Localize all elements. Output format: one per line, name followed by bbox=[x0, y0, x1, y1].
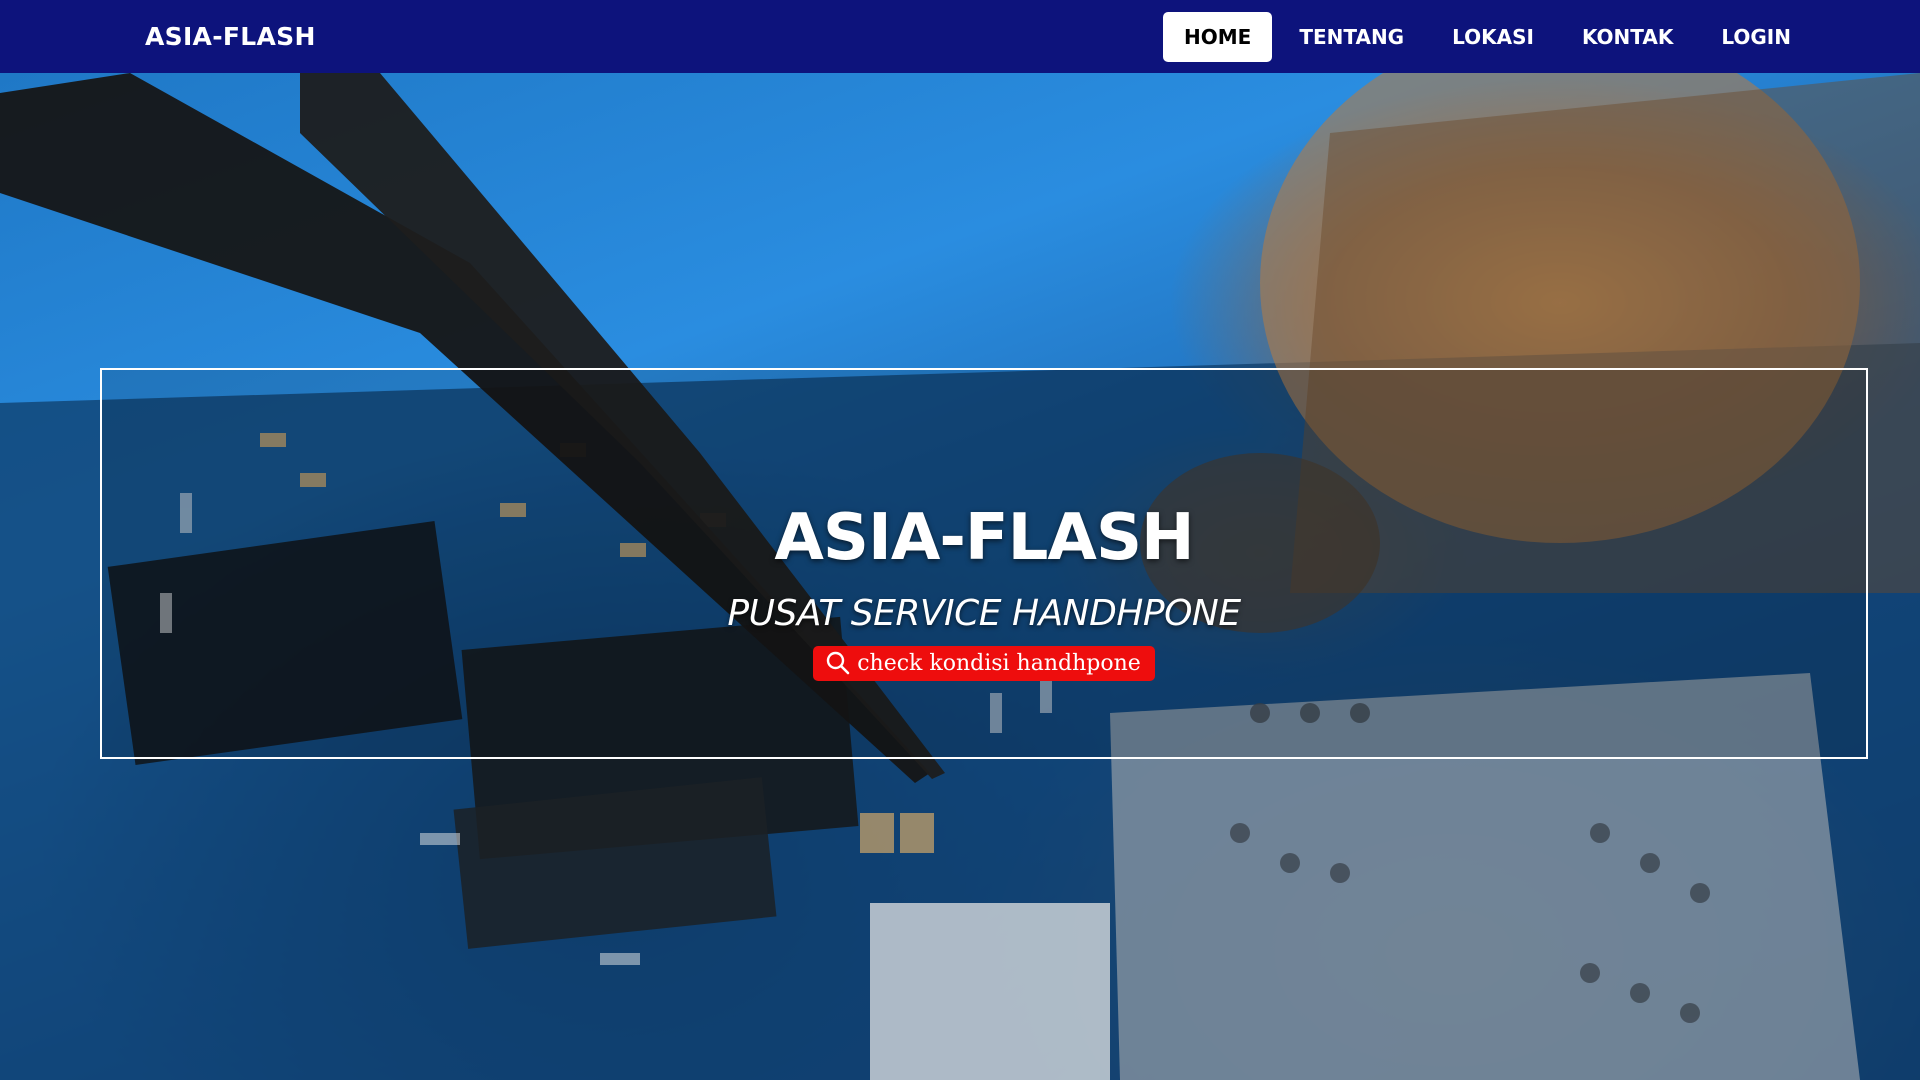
search-icon bbox=[825, 650, 851, 676]
top-navbar: ASIA-FLASH HOME TENTANG LOKASI KONTAK LO… bbox=[0, 0, 1920, 73]
nav-menu: HOME TENTANG LOKASI KONTAK LOGIN bbox=[1163, 11, 1812, 62]
check-phone-condition-button[interactable]: check kondisi handhpone bbox=[813, 646, 1155, 681]
check-button-label: check kondisi handhpone bbox=[857, 650, 1141, 676]
brand-logo-link[interactable]: ASIA-FLASH bbox=[145, 22, 316, 51]
nav-item-lokasi[interactable]: LOKASI bbox=[1431, 12, 1555, 62]
hero-banner-box: ASIA-FLASH PUSAT SERVICE HANDHPONE check… bbox=[100, 368, 1868, 759]
hero-section: ASIA-FLASH PUSAT SERVICE HANDHPONE check… bbox=[0, 73, 1920, 1080]
nav-item-kontak[interactable]: KONTAK bbox=[1561, 12, 1694, 62]
nav-item-tentang[interactable]: TENTANG bbox=[1278, 12, 1425, 62]
nav-item-home[interactable]: HOME bbox=[1163, 11, 1273, 62]
hero-title: ASIA-FLASH bbox=[774, 501, 1194, 575]
hero-subtitle: PUSAT SERVICE HANDHPONE bbox=[727, 593, 1241, 634]
nav-item-login[interactable]: LOGIN bbox=[1700, 12, 1812, 62]
